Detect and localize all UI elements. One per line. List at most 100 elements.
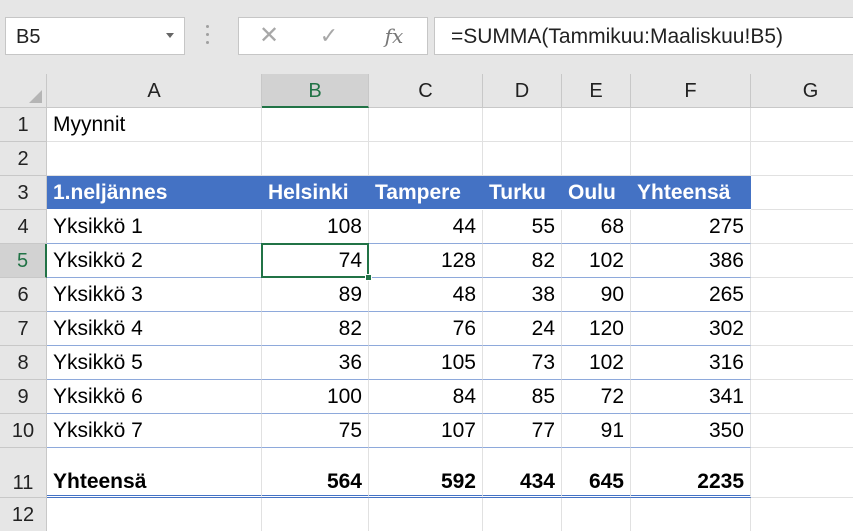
cell-d9[interactable]: 85 <box>483 380 562 414</box>
cell-c1[interactable] <box>369 108 483 142</box>
column-header-b[interactable]: B <box>262 74 369 108</box>
column-header-e[interactable]: E <box>562 74 631 108</box>
cell-d2[interactable] <box>483 142 562 176</box>
cell-c4[interactable]: 44 <box>369 210 483 244</box>
row-header-2[interactable]: 2 <box>0 142 47 176</box>
cell-e3[interactable]: Oulu <box>562 176 631 209</box>
cell-b10[interactable]: 75 <box>262 414 369 448</box>
cell-b1[interactable] <box>262 108 369 142</box>
cell-b7[interactable]: 82 <box>262 312 369 346</box>
cell-f6[interactable]: 265 <box>631 278 751 312</box>
cell-e10[interactable]: 91 <box>562 414 631 448</box>
formula-input[interactable]: =SUMMA(Tammikuu:Maaliskuu!B5) <box>434 17 853 55</box>
row-header-1[interactable]: 1 <box>0 108 47 142</box>
column-header-a[interactable]: A <box>47 74 262 108</box>
cell-c7[interactable]: 76 <box>369 312 483 346</box>
cell-e8[interactable]: 102 <box>562 346 631 380</box>
row-header-3[interactable]: 3 <box>0 176 47 210</box>
cell-d7[interactable]: 24 <box>483 312 562 346</box>
cell-g1[interactable] <box>751 108 853 142</box>
row-header-7[interactable]: 7 <box>0 312 47 346</box>
cell-a5[interactable]: Yksikkö 2 <box>47 244 262 278</box>
cell-d6[interactable]: 38 <box>483 278 562 312</box>
cell-d4[interactable]: 55 <box>483 210 562 244</box>
cell-g4[interactable] <box>751 210 853 244</box>
cell-d11[interactable]: 434 <box>483 448 562 498</box>
row-header-11[interactable]: 11 <box>0 448 47 498</box>
cell-g10[interactable] <box>751 414 853 448</box>
cell-e7[interactable]: 120 <box>562 312 631 346</box>
cell-e11[interactable]: 645 <box>562 448 631 498</box>
cell-e5[interactable]: 102 <box>562 244 631 278</box>
cell-d5[interactable]: 82 <box>483 244 562 278</box>
cell-g8[interactable] <box>751 346 853 380</box>
cell-c8[interactable]: 105 <box>369 346 483 380</box>
cell-a1[interactable]: Myynnit <box>47 108 262 142</box>
cell-a7[interactable]: Yksikkö 4 <box>47 312 262 346</box>
cell-f7[interactable]: 302 <box>631 312 751 346</box>
cell-g2[interactable] <box>751 142 853 176</box>
cell-d12[interactable] <box>483 498 562 531</box>
cell-g12[interactable] <box>751 498 853 531</box>
row-header-5[interactable]: 5 <box>0 244 47 278</box>
cell-g3[interactable] <box>751 176 853 210</box>
cell-a12[interactable] <box>47 498 262 531</box>
cell-c3[interactable]: Tampere <box>369 176 483 209</box>
column-header-c[interactable]: C <box>369 74 483 108</box>
cell-d3[interactable]: Turku <box>483 176 562 209</box>
cell-b9[interactable]: 100 <box>262 380 369 414</box>
name-box[interactable]: B5 <box>5 17 185 55</box>
cell-f8[interactable]: 316 <box>631 346 751 380</box>
cell-f1[interactable] <box>631 108 751 142</box>
cell-g5[interactable] <box>751 244 853 278</box>
cell-g7[interactable] <box>751 312 853 346</box>
cell-f9[interactable]: 341 <box>631 380 751 414</box>
row-header-12[interactable]: 12 <box>0 498 47 531</box>
cell-e2[interactable] <box>562 142 631 176</box>
cell-a8[interactable]: Yksikkö 5 <box>47 346 262 380</box>
cell-f12[interactable] <box>631 498 751 531</box>
row-header-8[interactable]: 8 <box>0 346 47 380</box>
cell-f5[interactable]: 386 <box>631 244 751 278</box>
cell-c9[interactable]: 84 <box>369 380 483 414</box>
cell-b4[interactable]: 108 <box>262 210 369 244</box>
cell-f3[interactable]: Yhteensä <box>631 176 751 209</box>
cell-b11[interactable]: 564 <box>262 448 369 498</box>
cell-g11[interactable] <box>751 448 853 498</box>
row-header-4[interactable]: 4 <box>0 210 47 244</box>
cell-b3[interactable]: Helsinki <box>262 176 369 209</box>
cell-b12[interactable] <box>262 498 369 531</box>
check-icon[interactable]: ✓ <box>309 18 349 56</box>
cell-g9[interactable] <box>751 380 853 414</box>
cell-a4[interactable]: Yksikkö 1 <box>47 210 262 244</box>
cell-d8[interactable]: 73 <box>483 346 562 380</box>
cell-c2[interactable] <box>369 142 483 176</box>
cell-g6[interactable] <box>751 278 853 312</box>
cell-b2[interactable] <box>262 142 369 176</box>
cell-b6[interactable]: 89 <box>262 278 369 312</box>
cancel-icon[interactable]: ✕ <box>249 18 289 56</box>
row-header-6[interactable]: 6 <box>0 278 47 312</box>
cell-d10[interactable]: 77 <box>483 414 562 448</box>
cell-f4[interactable]: 275 <box>631 210 751 244</box>
row-header-9[interactable]: 9 <box>0 380 47 414</box>
select-all-button[interactable] <box>0 74 47 108</box>
column-header-d[interactable]: D <box>483 74 562 108</box>
cell-f2[interactable] <box>631 142 751 176</box>
column-header-f[interactable]: F <box>631 74 751 108</box>
cell-c10[interactable]: 107 <box>369 414 483 448</box>
cell-b8[interactable]: 36 <box>262 346 369 380</box>
cell-a3[interactable]: 1.neljännes <box>47 176 262 209</box>
cell-e6[interactable]: 90 <box>562 278 631 312</box>
chevron-down-icon[interactable] <box>166 33 174 38</box>
cell-a9[interactable]: Yksikkö 6 <box>47 380 262 414</box>
cell-e4[interactable]: 68 <box>562 210 631 244</box>
cell-a2[interactable] <box>47 142 262 176</box>
column-header-g[interactable]: G <box>751 74 853 108</box>
cell-a10[interactable]: Yksikkö 7 <box>47 414 262 448</box>
cell-a6[interactable]: Yksikkö 3 <box>47 278 262 312</box>
cell-f10[interactable]: 350 <box>631 414 751 448</box>
cell-e1[interactable] <box>562 108 631 142</box>
row-header-10[interactable]: 10 <box>0 414 47 448</box>
cell-d1[interactable] <box>483 108 562 142</box>
